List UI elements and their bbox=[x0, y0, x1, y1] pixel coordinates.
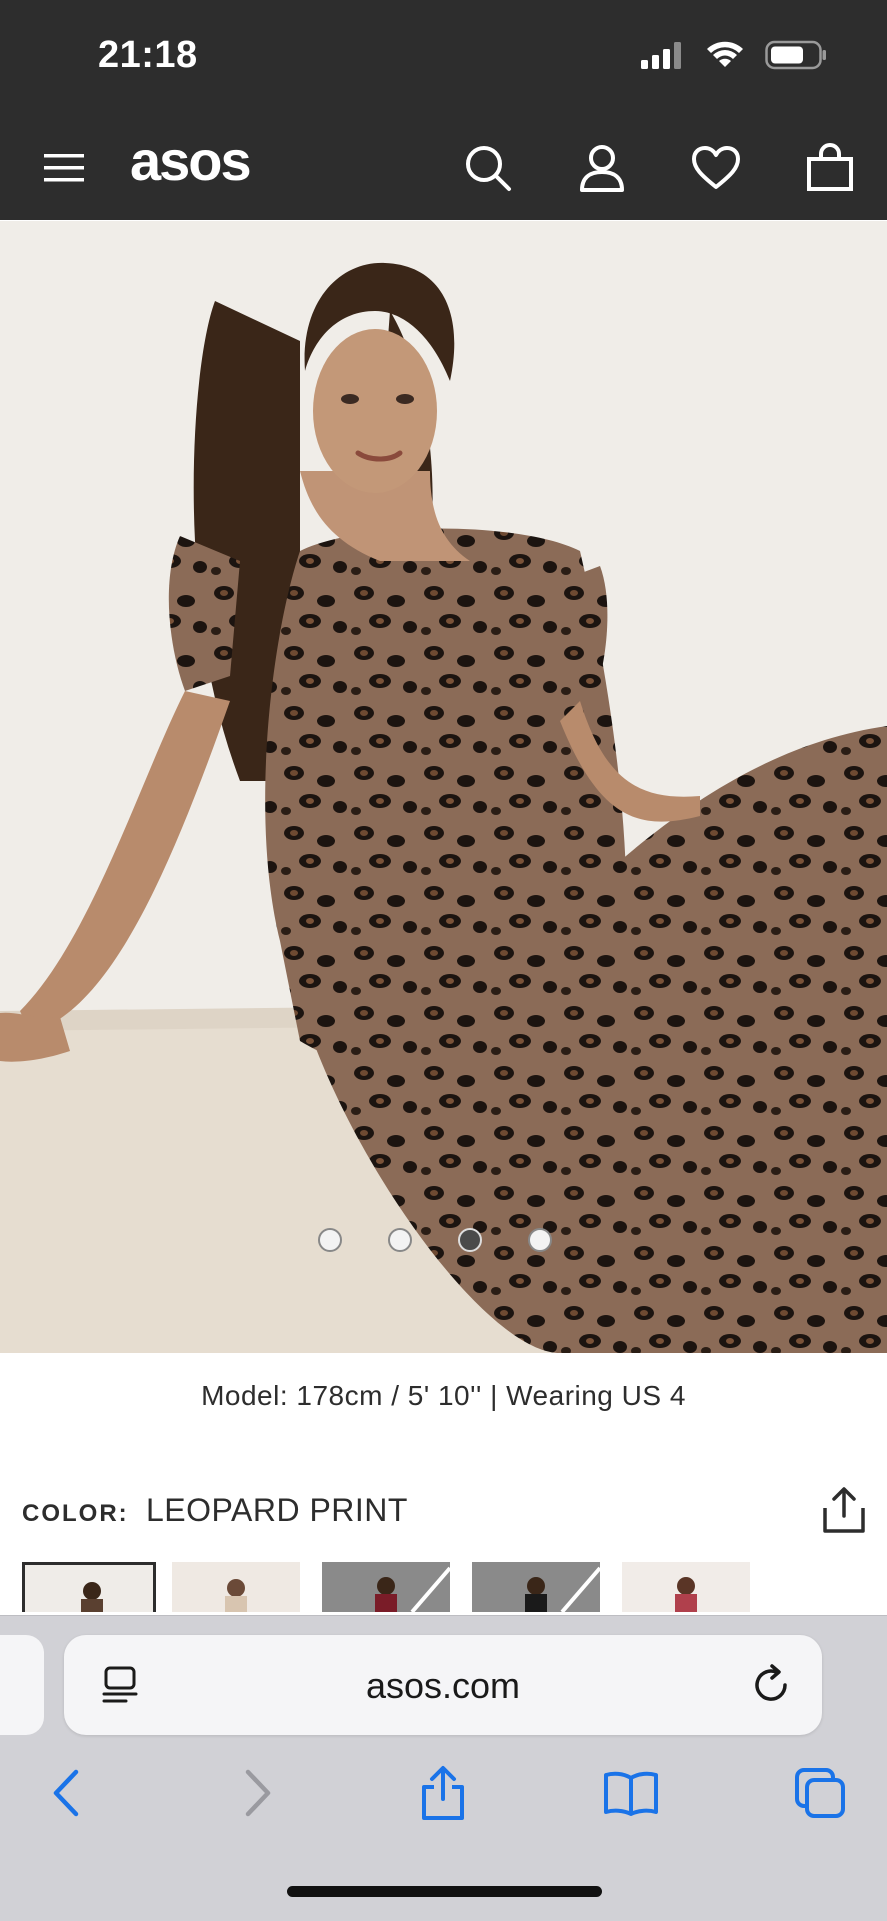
color-swatch-red-soldout[interactable] bbox=[322, 1562, 456, 1612]
share-page-button[interactable] bbox=[413, 1763, 473, 1823]
carousel-dot[interactable] bbox=[318, 1228, 342, 1252]
wifi-icon bbox=[707, 41, 743, 67]
reload-icon[interactable] bbox=[752, 1663, 792, 1710]
status-bar: 21:18 bbox=[0, 0, 887, 110]
back-button[interactable] bbox=[36, 1763, 96, 1823]
home-indicator bbox=[287, 1886, 602, 1897]
carousel-dot[interactable] bbox=[528, 1228, 552, 1252]
color-value: LEOPARD PRINT bbox=[146, 1492, 408, 1528]
share-icon bbox=[422, 1766, 464, 1820]
search-icon bbox=[466, 146, 511, 191]
previous-tab-edge[interactable] bbox=[0, 1635, 44, 1735]
status-icons bbox=[639, 40, 827, 70]
hamburger-icon bbox=[44, 154, 84, 182]
status-time: 21:18 bbox=[98, 34, 198, 76]
chevron-right-icon bbox=[245, 1769, 271, 1817]
product-image[interactable]: 616 bbox=[0, 221, 887, 1353]
tabs-icon bbox=[795, 1768, 845, 1818]
asos-logo[interactable]: asos bbox=[130, 128, 252, 193]
account-button[interactable] bbox=[574, 140, 630, 196]
account-icon bbox=[580, 145, 624, 192]
heart-icon bbox=[692, 146, 740, 189]
color-swatch-black-soldout[interactable] bbox=[472, 1562, 606, 1612]
color-swatches bbox=[22, 1562, 756, 1612]
carousel-dots bbox=[318, 1228, 552, 1252]
tabs-button[interactable] bbox=[790, 1763, 850, 1823]
address-bar[interactable]: asos.com bbox=[64, 1635, 822, 1735]
model-info: Model: 178cm / 5' 10'' | Wearing US 4 bbox=[201, 1380, 686, 1411]
color-swatch-floral[interactable] bbox=[622, 1562, 756, 1612]
bag-icon bbox=[807, 143, 853, 191]
carousel-dot[interactable] bbox=[388, 1228, 412, 1252]
saved-items-button[interactable] bbox=[688, 140, 744, 196]
color-swatch-beige[interactable] bbox=[172, 1562, 306, 1612]
search-button[interactable] bbox=[460, 140, 516, 196]
chevron-left-icon bbox=[53, 1769, 79, 1817]
signal-icon bbox=[641, 42, 681, 69]
url-text: asos.com bbox=[365, 1665, 521, 1706]
battery-icon bbox=[765, 40, 826, 70]
product-photo bbox=[0, 221, 887, 1353]
carousel-dot-active[interactable] bbox=[458, 1228, 482, 1252]
color-swatch-leopard[interactable] bbox=[22, 1562, 156, 1612]
share-icon bbox=[823, 1487, 865, 1533]
book-icon bbox=[604, 1771, 658, 1816]
bookmarks-button[interactable] bbox=[601, 1763, 661, 1823]
share-button[interactable] bbox=[822, 1486, 866, 1534]
forward-button[interactable] bbox=[228, 1763, 288, 1823]
bag-button[interactable] bbox=[802, 140, 858, 196]
color-label: COLOR: bbox=[22, 1500, 129, 1527]
menu-button[interactable] bbox=[36, 140, 92, 196]
